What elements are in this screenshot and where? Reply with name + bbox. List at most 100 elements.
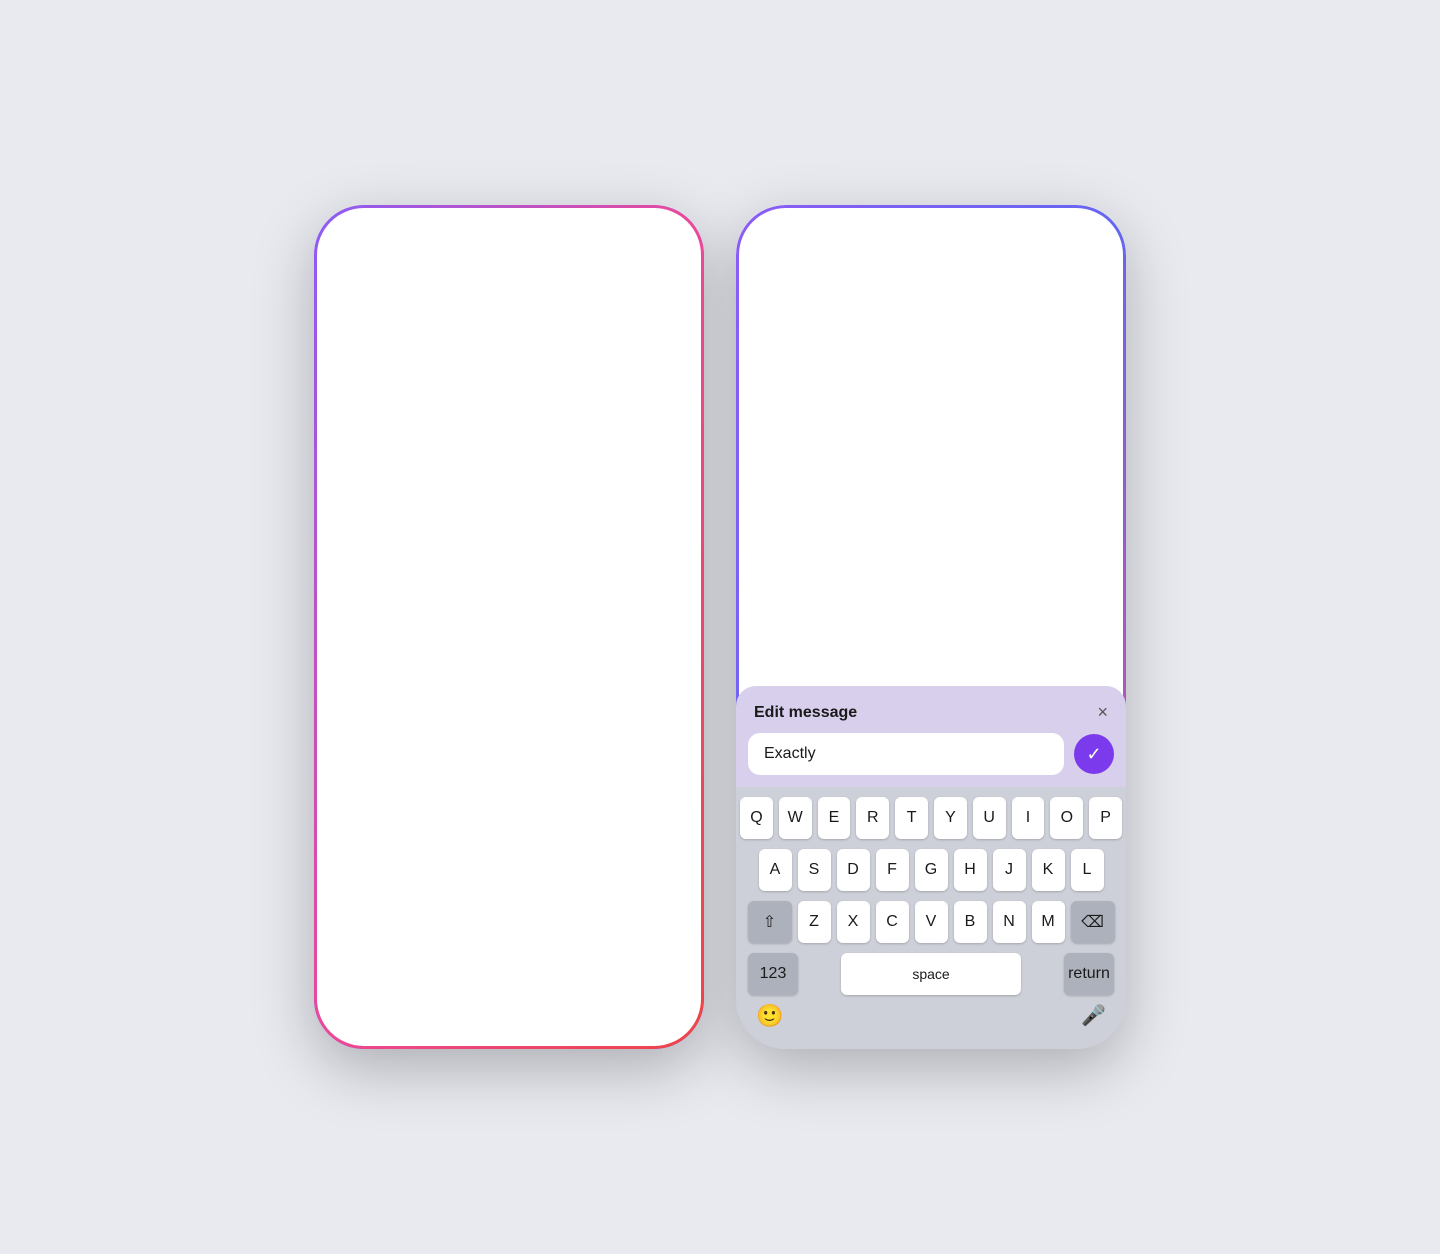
video-icon[interactable]: 📹 — [1085, 271, 1110, 296]
xactly-row: XACTLY — [752, 638, 1110, 674]
key-m[interactable]: M — [1032, 901, 1065, 943]
key-return[interactable]: return — [1064, 953, 1114, 995]
context-menu: Reply ↩ Edit ✏ > Unsend 🗑 > More ☺ — [364, 820, 654, 1019]
link-card-title: suspension bridge opens in the Swiss Alp… — [764, 427, 1098, 442]
blurred-image — [379, 285, 639, 545]
key-e[interactable]: E — [818, 797, 851, 839]
keyboard-row-2: A S D F G H J K L — [740, 849, 1122, 891]
emoji-button[interactable]: 🙂 — [756, 1003, 783, 1029]
edit-confirm-button[interactable]: ✓ — [1074, 734, 1114, 774]
trash-icon: 🗑 — [611, 934, 634, 955]
context-more-label: > More — [384, 986, 434, 1004]
key-backspace[interactable]: ⌫ — [1071, 901, 1115, 943]
link-card: suspension bridge opens in the Swiss Alp… — [752, 329, 1110, 462]
status-icons-right: ▐▌▌ ▲ ▮ — [1023, 221, 1094, 241]
reaction-angry[interactable]: 😡 — [539, 772, 576, 807]
reaction-heart[interactable]: ❤️ — [350, 772, 387, 807]
edit-modal: Edit message × ✓ Q W E R T Y U I O — [736, 686, 1126, 1049]
key-v[interactable]: V — [915, 901, 948, 943]
key-r[interactable]: R — [856, 797, 889, 839]
wifi-icon: ▲ — [641, 222, 657, 240]
sender-avatar-2 — [752, 606, 780, 634]
link-card-body: suspension bridge opens in the Swiss Alp… — [752, 419, 1110, 462]
key-g[interactable]: G — [915, 849, 948, 891]
chat-info: Sara Khosravi Active now — [819, 268, 1035, 299]
context-edit[interactable]: Edit ✏ — [364, 870, 654, 920]
chat-header: ‹ Sara Khosravi Active now 📞 📹 — [736, 253, 1126, 314]
mic-button[interactable]: 🎤 — [1081, 1003, 1106, 1029]
reaction-laugh[interactable]: 😆 — [397, 772, 434, 807]
phone-icon[interactable]: 📞 — [1044, 271, 1069, 296]
chat-actions: 📞 📹 — [1044, 271, 1110, 296]
key-f[interactable]: F — [876, 849, 909, 891]
key-space[interactable]: space — [841, 953, 1021, 995]
link-card-image — [752, 329, 1110, 419]
keyboard-row-4: 123 space return — [740, 953, 1122, 995]
keyboard: Q W E R T Y U I O P A S D F G H — [736, 787, 1126, 1049]
signal-icon: ▐▌▌ — [601, 222, 635, 240]
key-l[interactable]: L — [1071, 849, 1104, 891]
chat-name: Sara Khosravi — [819, 268, 1035, 285]
edit-message-input[interactable] — [748, 733, 1064, 775]
context-unsend[interactable]: > Unsend 🗑 — [364, 920, 654, 970]
key-s[interactable]: S — [798, 849, 831, 891]
msg-bubble-sent-1: Totally didn't expect that ending 😱 — [870, 532, 1110, 591]
link-card-url: zoomture.com — [764, 442, 1098, 454]
chat-status: Active now — [819, 285, 1035, 299]
key-q[interactable]: Q — [740, 797, 773, 839]
battery-icon: ▮ — [663, 221, 672, 241]
key-i[interactable]: I — [1012, 797, 1045, 839]
key-u[interactable]: U — [973, 797, 1006, 839]
status-time-left: 9:41 — [346, 223, 376, 240]
msg-bubble-received-2: Yea, that was such a twist — [788, 595, 977, 635]
key-h[interactable]: H — [954, 849, 987, 891]
reaction-cry[interactable]: 😢 — [492, 772, 529, 807]
sender-avatar-1 — [752, 480, 780, 508]
reply-icon: ↩ — [619, 834, 634, 855]
key-n[interactable]: N — [993, 901, 1026, 943]
key-d[interactable]: D — [837, 849, 870, 891]
key-b[interactable]: B — [954, 901, 987, 943]
edit-modal-header: Edit message × — [736, 686, 1126, 733]
key-y[interactable]: Y — [934, 797, 967, 839]
reaction-more-button[interactable]: + — [634, 773, 668, 807]
keyboard-bottom-bar: 🙂 🎤 — [740, 1003, 1122, 1045]
msg-row-received-2: Yea, that was such a twist — [752, 595, 1110, 635]
reaction-bar[interactable]: ❤️ 😆 😮 😢 😡 👍 + — [332, 760, 686, 819]
more-icon: ☺ — [616, 984, 634, 1005]
notch-right — [868, 205, 994, 239]
msg-row-received-1: Btw!! Movie was awesome 🔥 — [752, 468, 1110, 508]
status-time-right: 9:41 — [768, 223, 798, 240]
msg-row-sent-1: Totally didn't expect that ending 😱 — [752, 532, 1110, 591]
key-z[interactable]: Z — [798, 901, 831, 943]
signal-icon-right: ▐▌▌ — [1023, 222, 1057, 240]
right-phone: 👁 9:41 ▐▌▌ ▲ ▮ ‹ Sara Khosravi Active no… — [736, 205, 1126, 1049]
context-reply[interactable]: Reply ↩ — [364, 820, 654, 870]
status-icons-left: ▐▌▌ ▲ ▮ — [601, 221, 672, 241]
key-o[interactable]: O — [1050, 797, 1083, 839]
keyboard-row-1: Q W E R T Y U I O P — [740, 797, 1122, 839]
edit-icon: ✏ — [619, 884, 634, 905]
context-more[interactable]: > More ☺ — [364, 970, 654, 1019]
key-p[interactable]: P — [1089, 797, 1122, 839]
key-j[interactable]: J — [993, 849, 1026, 891]
key-k[interactable]: K — [1032, 849, 1065, 891]
key-t[interactable]: T — [895, 797, 928, 839]
edit-input-row: ✓ — [748, 733, 1114, 775]
back-button[interactable]: ‹ — [752, 272, 759, 295]
reaction-wow[interactable]: 😮 — [445, 772, 482, 807]
key-shift[interactable]: ⇧ — [748, 901, 792, 943]
battery-icon-right: ▮ — [1085, 221, 1094, 241]
xactly-bubble-right: XACTLY — [1015, 638, 1110, 674]
key-a[interactable]: A — [759, 849, 792, 891]
key-c[interactable]: C — [876, 901, 909, 943]
edit-close-button[interactable]: × — [1097, 702, 1108, 723]
left-phone: 9:41 ▐▌▌ ▲ ▮ ❤️ 😆 😮 😢 😡 👍 + XACTLY Reply… — [314, 205, 704, 1049]
notch-left — [446, 205, 572, 239]
key-123[interactable]: 123 — [748, 953, 798, 995]
context-reply-label: Reply — [384, 836, 425, 854]
key-x[interactable]: X — [837, 901, 870, 943]
reaction-thumbs-up[interactable]: 👍 — [587, 772, 624, 807]
key-w[interactable]: W — [779, 797, 812, 839]
context-unsend-label: > Unsend — [384, 936, 453, 954]
